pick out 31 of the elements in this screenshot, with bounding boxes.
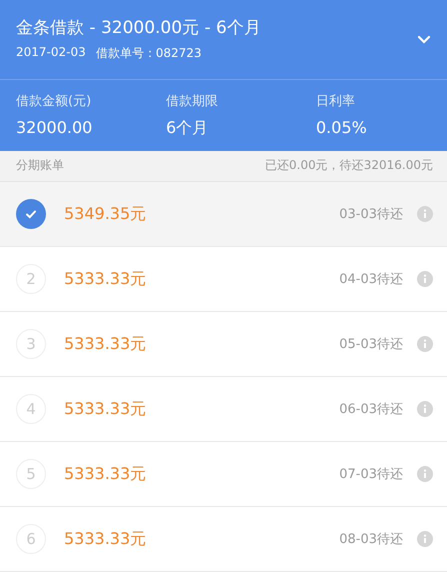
section-title: 分期账单 [16, 157, 64, 174]
due-date: 03-03待还 [339, 206, 403, 223]
stat-label: 日利率 [316, 92, 356, 110]
info-icon[interactable] [417, 271, 433, 287]
loan-date: 2017-02-03 [16, 45, 86, 62]
stat-value: 32000.00 [16, 118, 94, 137]
installment-amount: 5333.33元 [64, 334, 148, 354]
stat-label: 借款期限 [166, 92, 219, 110]
info-icon[interactable] [417, 206, 433, 222]
stat-value: 6个月 [166, 118, 210, 139]
due-date: 07-03待还 [339, 466, 403, 483]
installment-amount: 5349.35元 [64, 204, 148, 224]
installment-amount: 5333.33元 [64, 464, 148, 484]
order-number: 借款单号：082723 [96, 45, 202, 62]
info-icon[interactable] [417, 401, 433, 417]
installment-amount: 5333.33元 [64, 268, 148, 290]
info-icon[interactable] [417, 466, 433, 482]
due-date: 04-03待还 [339, 271, 403, 288]
installment-amount: 5333.33元 [64, 398, 148, 420]
info-icon[interactable] [417, 336, 433, 352]
installment-amount: 5333.33元 [64, 528, 148, 550]
installment-row[interactable]: 5349.35元 03-03待还 [0, 182, 447, 247]
loan-title: 金条借款 - 32000.00元 - 6个月 [16, 17, 262, 40]
stat-value: 0.05% [316, 118, 368, 137]
check-icon[interactable] [16, 199, 46, 229]
info-icon[interactable] [417, 531, 433, 547]
repayment-summary: 已还0.00元，待还32016.00元 [265, 157, 433, 174]
stat-label: 借款金额(元) [16, 92, 92, 110]
due-date: 08-03待还 [339, 531, 403, 548]
due-date: 05-03待还 [339, 336, 403, 353]
due-date: 06-03待还 [339, 401, 403, 418]
